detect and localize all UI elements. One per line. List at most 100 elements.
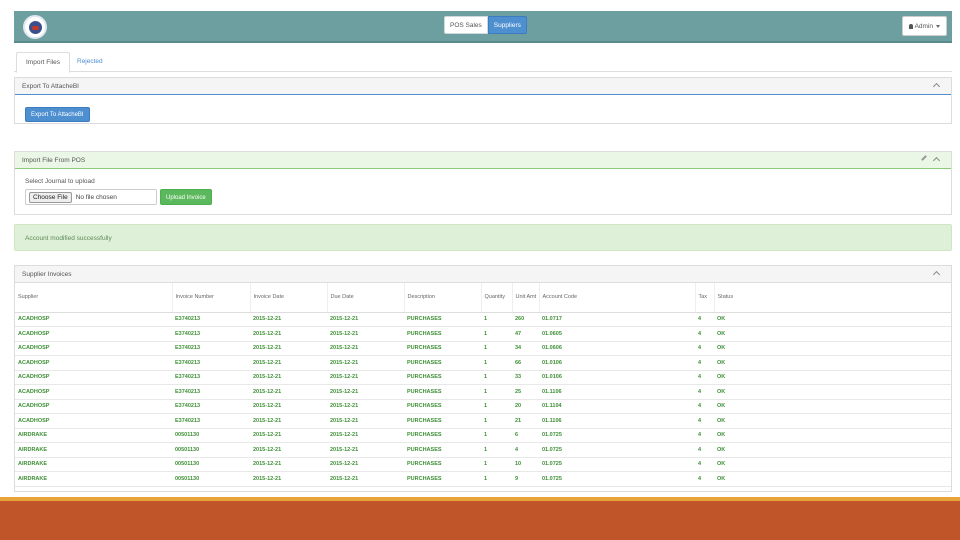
table-cell: PURCHASES [404,341,481,356]
table-cell: ACADHOSP [15,370,172,385]
nav-pos-sales-button[interactable]: POS Sales [444,16,488,34]
table-cell: 4 [695,312,714,327]
table-cell: OK [714,370,951,385]
logo[interactable] [23,15,47,39]
table-cell: 1 [481,413,512,429]
table-cell: 01.0106 [539,370,695,385]
table-cell: 2015-12-21 [327,442,404,458]
table-row[interactable]: ACADHOSP E3740213 2015-12-21 2015-12-21 PURC… [15,384,951,400]
file-input[interactable]: Choose File No file chosen [25,189,157,205]
invoices-table: Supplier Invoice Number Invoice Date Due Da… [15,283,951,487]
export-panel: Export To AttacheBI Export To AttacheBI [14,77,952,124]
pin-icon[interactable] [921,155,927,161]
table-cell: 01.0725 [539,428,695,443]
table-cell: 01.0725 [539,457,695,472]
table-row[interactable]: ACADHOSP E3740213 2015-12-21 2015-12-21 PURC… [15,355,951,371]
table-cell: 4 [695,355,714,371]
table-cell: 2015-12-21 [327,312,404,327]
table-row[interactable]: ACADHOSP E3740213 2015-12-21 2015-12-21 PURC… [15,312,951,327]
table-cell: E3740213 [172,413,250,429]
supplier-invoices-panel: Supplier Invoices Supplier Invoice Number… [14,265,952,492]
chevron-up-icon[interactable] [932,82,941,91]
admin-menu-button[interactable]: Admin [901,16,947,36]
table-cell: OK [714,471,951,487]
user-icon [908,23,913,29]
table-row[interactable]: AIRDRAKE 00501130 2015-12-21 2015-12-21 PURC… [15,442,951,458]
table-cell: 01.1104 [539,399,695,414]
logo-emblem-icon [29,21,42,34]
column-header[interactable]: Description [403,283,481,313]
upload-prompt: Select Journal to upload [25,178,95,185]
table-cell: 01.1106 [539,384,695,400]
chevron-up-icon[interactable] [932,156,941,165]
table-cell: 34 [512,341,539,356]
export-to-attachebi-button[interactable]: Export To AttacheBI [25,107,90,122]
table-row[interactable]: ACADHOSP E3740213 2015-12-21 2015-12-21 PURC… [15,399,951,414]
table-cell: E3740213 [172,312,250,327]
column-header[interactable]: Unit Amt [511,283,539,313]
table-cell: ACADHOSP [15,312,172,327]
table-cell: OK [714,442,951,458]
table-cell: OK [714,457,951,472]
table-cell: 6 [512,428,539,443]
tab-bar: Import Files Rejected [14,52,952,73]
table-cell: 2015-12-21 [250,413,327,429]
table-cell: 2015-12-21 [327,413,404,429]
table-row[interactable]: AIRDRAKE 00501130 2015-12-21 2015-12-21 PURC… [15,471,951,487]
table-row[interactable]: ACADHOSP E3740213 2015-12-21 2015-12-21 PURC… [15,326,951,342]
choose-file-button[interactable]: Choose File [29,191,72,203]
table-cell: 260 [512,312,539,327]
column-header[interactable]: Supplier [15,283,172,313]
table-row[interactable]: AIRDRAKE 00501130 2015-12-21 2015-12-21 PURC… [15,457,951,472]
table-cell: 00501130 [172,471,250,487]
column-header[interactable]: Quantity [480,283,512,313]
table-cell: 2015-12-21 [250,370,327,385]
column-header[interactable]: Account Code [538,283,695,313]
table-cell: 2015-12-21 [250,428,327,443]
column-header[interactable]: Status [713,283,951,313]
tab-import-files[interactable]: Import Files [16,52,70,73]
table-cell: 01.0717 [539,312,695,327]
import-panel: Import File From POS Select Journal to u… [14,151,952,215]
table-row[interactable]: AIRDRAKE 00501130 2015-12-21 2015-12-21 PURC… [15,428,951,443]
chevron-up-icon[interactable] [932,270,941,279]
column-header[interactable]: Invoice Date [249,283,327,313]
table-cell: 2015-12-21 [250,399,327,414]
table-cell: PURCHASES [404,326,481,342]
table-cell: 10 [512,457,539,472]
column-header[interactable]: Tax [694,283,714,313]
success-alert: Account modified successfully [14,224,952,251]
supplier-invoices-header: Supplier Invoices [15,266,951,283]
table-cell: 2015-12-21 [327,341,404,356]
upload-invoice-button[interactable]: Upload Invoice [160,189,212,205]
table-cell: 2015-12-21 [327,355,404,371]
table-cell: 1 [481,457,512,472]
table-cell: PURCHASES [404,384,481,400]
table-cell: 33 [512,370,539,385]
tab-rejected[interactable]: Rejected [68,52,112,73]
table-cell: 2015-12-21 [327,384,404,400]
table-cell: 4 [695,442,714,458]
table-row[interactable]: ACADHOSP E3740213 2015-12-21 2015-12-21 PURC… [15,413,951,429]
table-cell: 1 [481,326,512,342]
table-cell: E3740213 [172,384,250,400]
table-cell: ACADHOSP [15,413,172,429]
table-cell: 4 [695,457,714,472]
column-header[interactable]: Invoice Number [171,283,250,313]
table-cell: AIRDRAKE [15,471,172,487]
table-row[interactable]: ACADHOSP E3740213 2015-12-21 2015-12-21 PURC… [15,341,951,356]
column-header[interactable]: Due Date [326,283,404,313]
table-cell: 2015-12-21 [250,326,327,342]
table-cell: PURCHASES [404,471,481,487]
nav-suppliers-button[interactable]: Suppliers [487,16,527,34]
table-row[interactable]: ACADHOSP E3740213 2015-12-21 2015-12-21 PURC… [15,370,951,385]
supplier-invoices-title: Supplier Invoices [22,271,72,278]
table-cell: 00501130 [172,442,250,458]
table-cell: 25 [512,384,539,400]
table-cell: E3740213 [172,341,250,356]
table-cell: 01.0606 [539,341,695,356]
table-cell: 2015-12-21 [327,326,404,342]
table-cell: ACADHOSP [15,384,172,400]
table-cell: 20 [512,399,539,414]
table-cell: E3740213 [172,399,250,414]
